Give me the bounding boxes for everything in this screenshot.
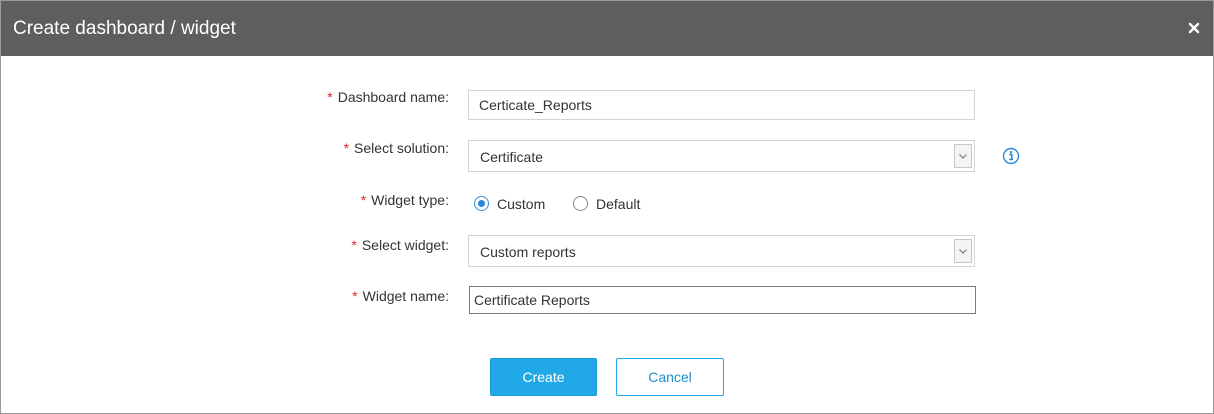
cancel-button[interactable]: Cancel <box>616 358 724 396</box>
widget-name-label: * Widget name: <box>352 288 449 304</box>
required-marker: * <box>327 89 333 105</box>
required-marker: * <box>352 288 358 304</box>
dialog-titlebar: Create dashboard / widget <box>1 1 1213 56</box>
widget-select-value: Custom reports <box>480 244 576 260</box>
create-dashboard-dialog: Create dashboard / widget * Dashboard nam… <box>0 0 1214 414</box>
widget-type-label: * Widget type: <box>360 192 449 208</box>
widget-type-custom-label[interactable]: Custom <box>497 196 545 212</box>
close-icon <box>1188 22 1200 34</box>
required-marker: * <box>351 237 357 253</box>
solution-dropdown-button[interactable] <box>954 144 972 168</box>
required-marker: * <box>360 192 367 208</box>
select-widget-label: * Select widget: <box>351 237 449 253</box>
required-marker: * <box>343 140 350 156</box>
chevron-down-icon <box>959 249 967 254</box>
solution-select[interactable]: Certificate <box>468 140 975 172</box>
select-solution-label: * Select solution: <box>343 140 449 156</box>
create-button[interactable]: Create <box>490 358 597 396</box>
widget-select[interactable]: Custom reports <box>468 235 975 267</box>
dashboard-name-label: * Dashboard name: <box>327 89 449 105</box>
widget-name-input[interactable] <box>469 286 976 314</box>
widget-type-default-radio[interactable] <box>573 196 588 211</box>
info-circle-icon[interactable] <box>1002 147 1020 165</box>
solution-select-value: Certificate <box>480 149 544 165</box>
widget-type-custom-radio[interactable] <box>474 196 489 211</box>
dashboard-name-input[interactable] <box>468 90 975 120</box>
close-button[interactable] <box>1187 21 1201 35</box>
widget-type-default-label[interactable]: Default <box>596 196 640 212</box>
widget-dropdown-button[interactable] <box>954 239 972 263</box>
chevron-down-icon <box>959 154 967 159</box>
dialog-title: Create dashboard / widget <box>13 18 236 39</box>
